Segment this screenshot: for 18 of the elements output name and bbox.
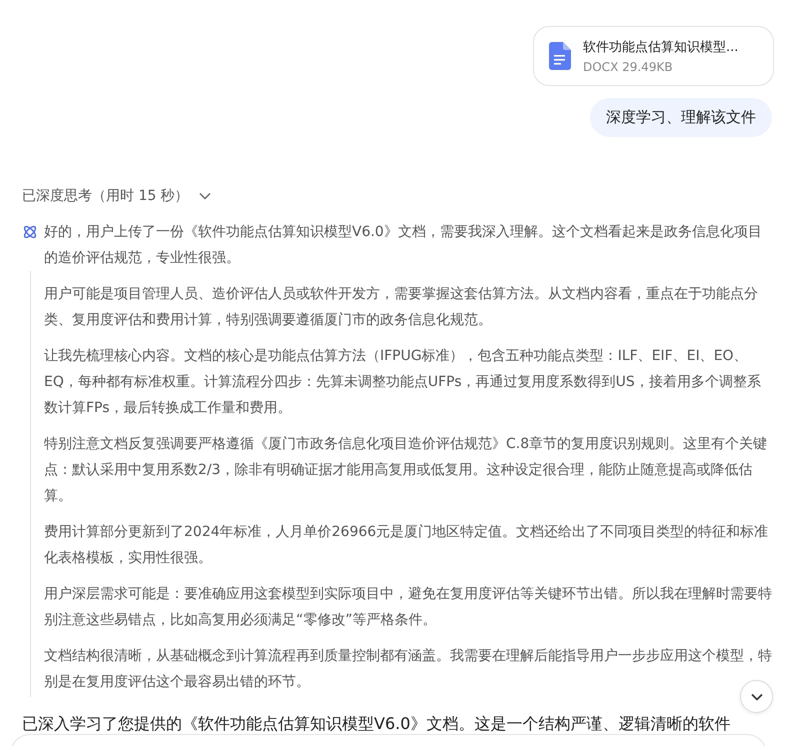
thinking-paragraph: 特别注意文档反复强调要严格遵循《厦门市政务信息化项目造价评估规范》C.8章节的复用度识别规则。这里有个关键点：默认采用中复用系数2/3，除非有明确证据才能用高复用或低复用。这种设定很合理，能防止随意提高或降低估算。 (44, 435, 768, 506)
answer-text: 已深入学习了您提供的《软件功能点估算知识模型V6.0》文档。这是一个结构严谨、逻辑清晰的软件 (22, 713, 730, 735)
document-icon (549, 42, 571, 70)
thinking-paragraph: 让我先梳理核心内容。文档的核心是功能点估算方法（IFPUG标准），包含五种功能点类型：ILF、EIF、EI、EO、EQ，每种都有标准权重。计算流程分四步：先算未调整功能点UFPs，再通过复用度系数得到US，接着用多个调整系数计算FPs，最后转换成工作量和费用。 (44, 347, 762, 418)
thinking-paragraph: 好的，用户上传了一份《软件功能点估算知识模型V6.0》文档，需要我深入理解。这个文档看起来是政务信息化项目的造价评估规范，专业性很强。 (44, 223, 763, 268)
scroll-down-button[interactable] (740, 680, 773, 713)
thinking-paragraph: 用户深层需求可能是：要准确应用这套模型到实际项目中，避免在复用度评估等关键环节出错。所以我在理解时需要特别注意这些易错点，比如高复用必须满足“零修改”等严格条件。 (44, 585, 773, 630)
chevron-icon (198, 192, 211, 200)
user-message: 深度学习、理解该文件 (590, 98, 772, 137)
thinking-paragraph: 用户可能是项目管理人员、造价评估人员或软件开发方，需要掌握这套估算方法。从文档内容看，重点在于功能点分类、复用度评估和费用计算，特别强调要遵循厦门市的政务信息化规范。 (44, 285, 759, 330)
file-name: 软件功能点估算知识模型... (583, 39, 738, 56)
atom-icon (22, 224, 38, 240)
chevron-down-icon (750, 692, 762, 700)
thinking-toggle[interactable]: 已深度思考（用时 15 秒） (22, 187, 211, 205)
thinking-paragraph: 文档结构很清晰，从基础概念到计算流程再到质量控制都有涵盖。我需要在理解后能指导用户一步步应用这个模型，特别是在复用度评估这个最容易出错的环节。 (44, 647, 773, 692)
file-attachment-card[interactable]: 软件功能点估算知识模型... DOCX 29.49KB (533, 26, 774, 86)
thinking-paragraph: 费用计算部分更新到了2024年标准，人月单价26966元是厦门地区特定值。文档还给出了不同项目类型的特征和标准化表格模板，实用性很强。 (44, 523, 770, 568)
file-meta: DOCX 29.49KB (583, 60, 674, 74)
